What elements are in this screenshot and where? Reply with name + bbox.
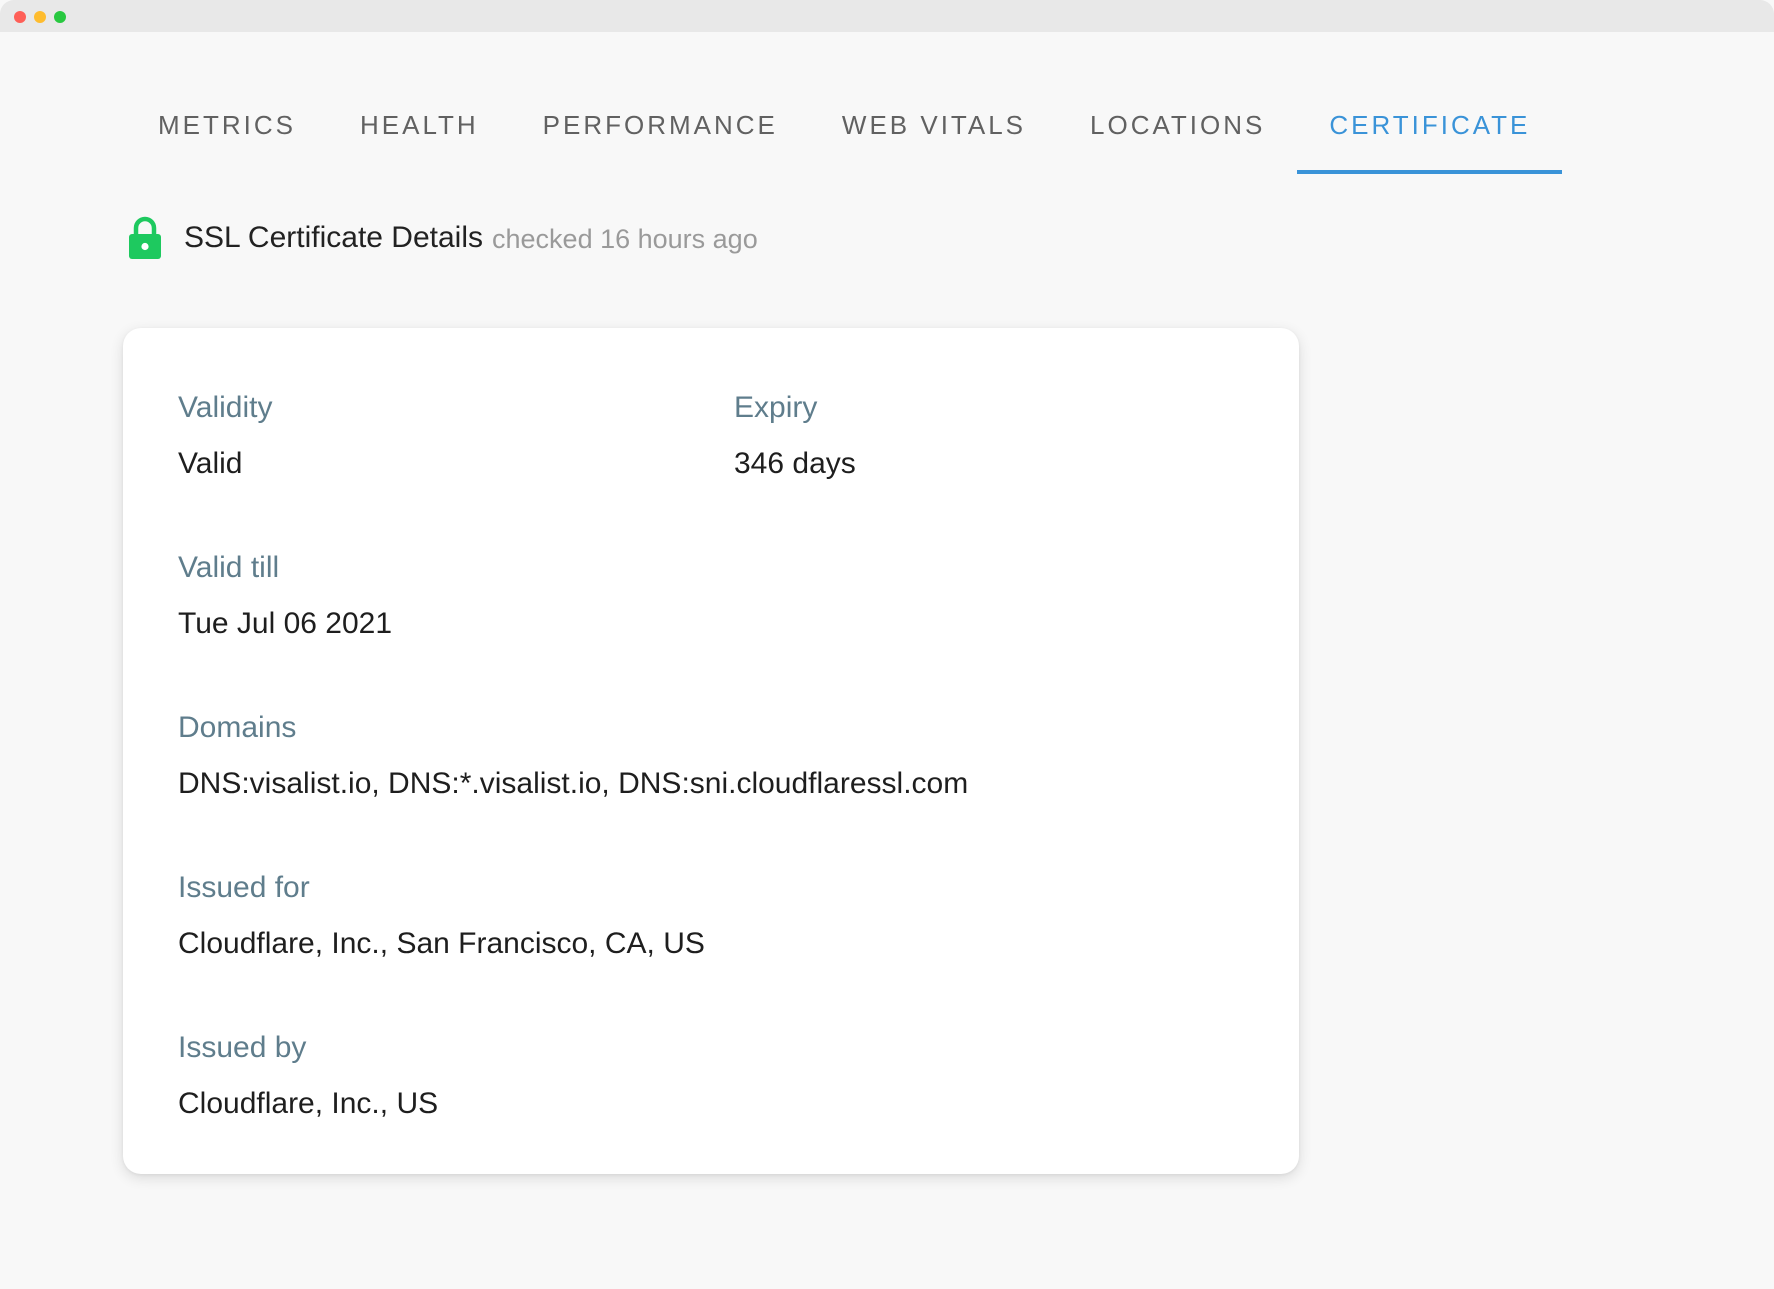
issued-by-field: Issued by Cloudflare, Inc., US [178,1028,438,1124]
issued-by-value: Cloudflare, Inc., US [178,1087,439,1120]
issued-for-field: Issued for Cloudflare, Inc., San Francis… [178,868,705,964]
tab-performance[interactable]: PERFORMANCE [511,90,810,174]
title-bar [0,0,1774,32]
valid-till-label: Valid till [178,551,280,584]
tab-locations[interactable]: LOCATIONS [1058,90,1297,174]
tab-web-vitals[interactable]: WEB VITALS [810,90,1058,174]
lock-icon [129,216,161,259]
validity-label: Validity [178,391,273,424]
valid-till-field: Valid till Tue Jul 06 2021 [178,548,392,644]
minimize-window-button[interactable] [34,11,46,23]
validity-field: Validity Valid [178,388,272,484]
maximize-window-button[interactable] [54,11,66,23]
expiry-label: Expiry [734,391,818,424]
tab-certificate[interactable]: CERTIFICATE [1297,90,1563,174]
close-window-button[interactable] [14,11,26,23]
tab-bar: METRICS HEALTH PERFORMANCE WEB VITALS LO… [126,90,1563,174]
expiry-value: 346 days [734,447,856,480]
last-checked-text: checked 16 hours ago [492,224,758,254]
certificate-details-card: Validity Valid Expiry 346 days Valid til… [123,328,1299,1174]
domains-field: Domains DNS:visalist.io, DNS:*.visalist.… [178,708,968,804]
section-heading: SSL Certificate Details checked 16 hours… [128,216,758,260]
expiry-field: Expiry 346 days [734,388,856,484]
valid-till-value: Tue Jul 06 2021 [178,607,393,640]
issued-by-label: Issued by [178,1031,307,1064]
app-window: METRICS HEALTH PERFORMANCE WEB VITALS LO… [0,0,1774,1289]
tab-metrics[interactable]: METRICS [126,90,328,174]
page-title: SSL Certificate Details [184,221,484,254]
tab-health[interactable]: HEALTH [328,90,511,174]
issued-for-value: Cloudflare, Inc., San Francisco, CA, US [178,927,705,960]
domains-value: DNS:visalist.io, DNS:*.visalist.io, DNS:… [178,767,969,800]
validity-value: Valid [178,447,243,480]
issued-for-label: Issued for [178,871,310,904]
domains-label: Domains [178,711,297,744]
